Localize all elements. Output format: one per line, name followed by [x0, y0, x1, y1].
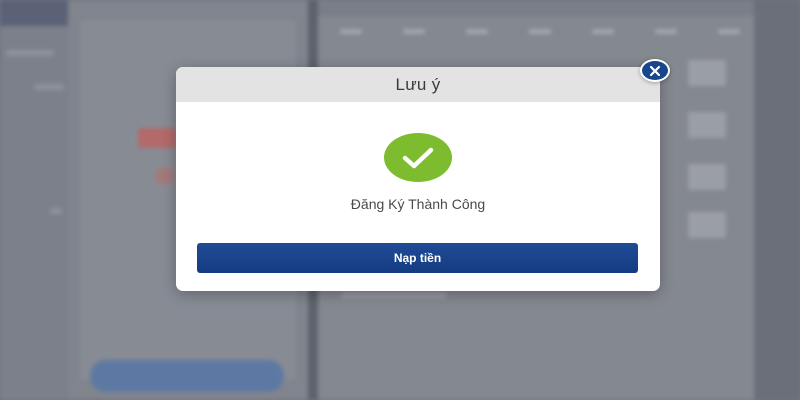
close-button[interactable] [640, 59, 670, 82]
background-left-strip [0, 26, 68, 400]
background-weekday-row [340, 26, 740, 38]
dialog-title: Lưu ý [395, 74, 441, 94]
background-right-edge [754, 0, 800, 400]
notice-dialog: Lưu ý Đăng Ký Thành Công Nạp tiền [176, 67, 660, 291]
checkmark-icon [384, 133, 452, 182]
background-badge-mark [156, 168, 174, 184]
background-calendar-cell [688, 112, 726, 138]
background-button [90, 360, 284, 392]
background-calendar-cell [688, 164, 726, 190]
background-calendar-cell [688, 60, 726, 86]
success-message: Đăng Ký Thành Công [350, 196, 486, 212]
deposit-button[interactable]: Nạp tiền [197, 243, 638, 273]
checkmark-glyph [402, 147, 434, 168]
background-footer-text [342, 292, 446, 298]
background-calendar-cell [688, 212, 726, 238]
dialog-header: Lưu ý [176, 67, 660, 102]
background-badge [138, 128, 176, 148]
close-icon [649, 65, 661, 76]
